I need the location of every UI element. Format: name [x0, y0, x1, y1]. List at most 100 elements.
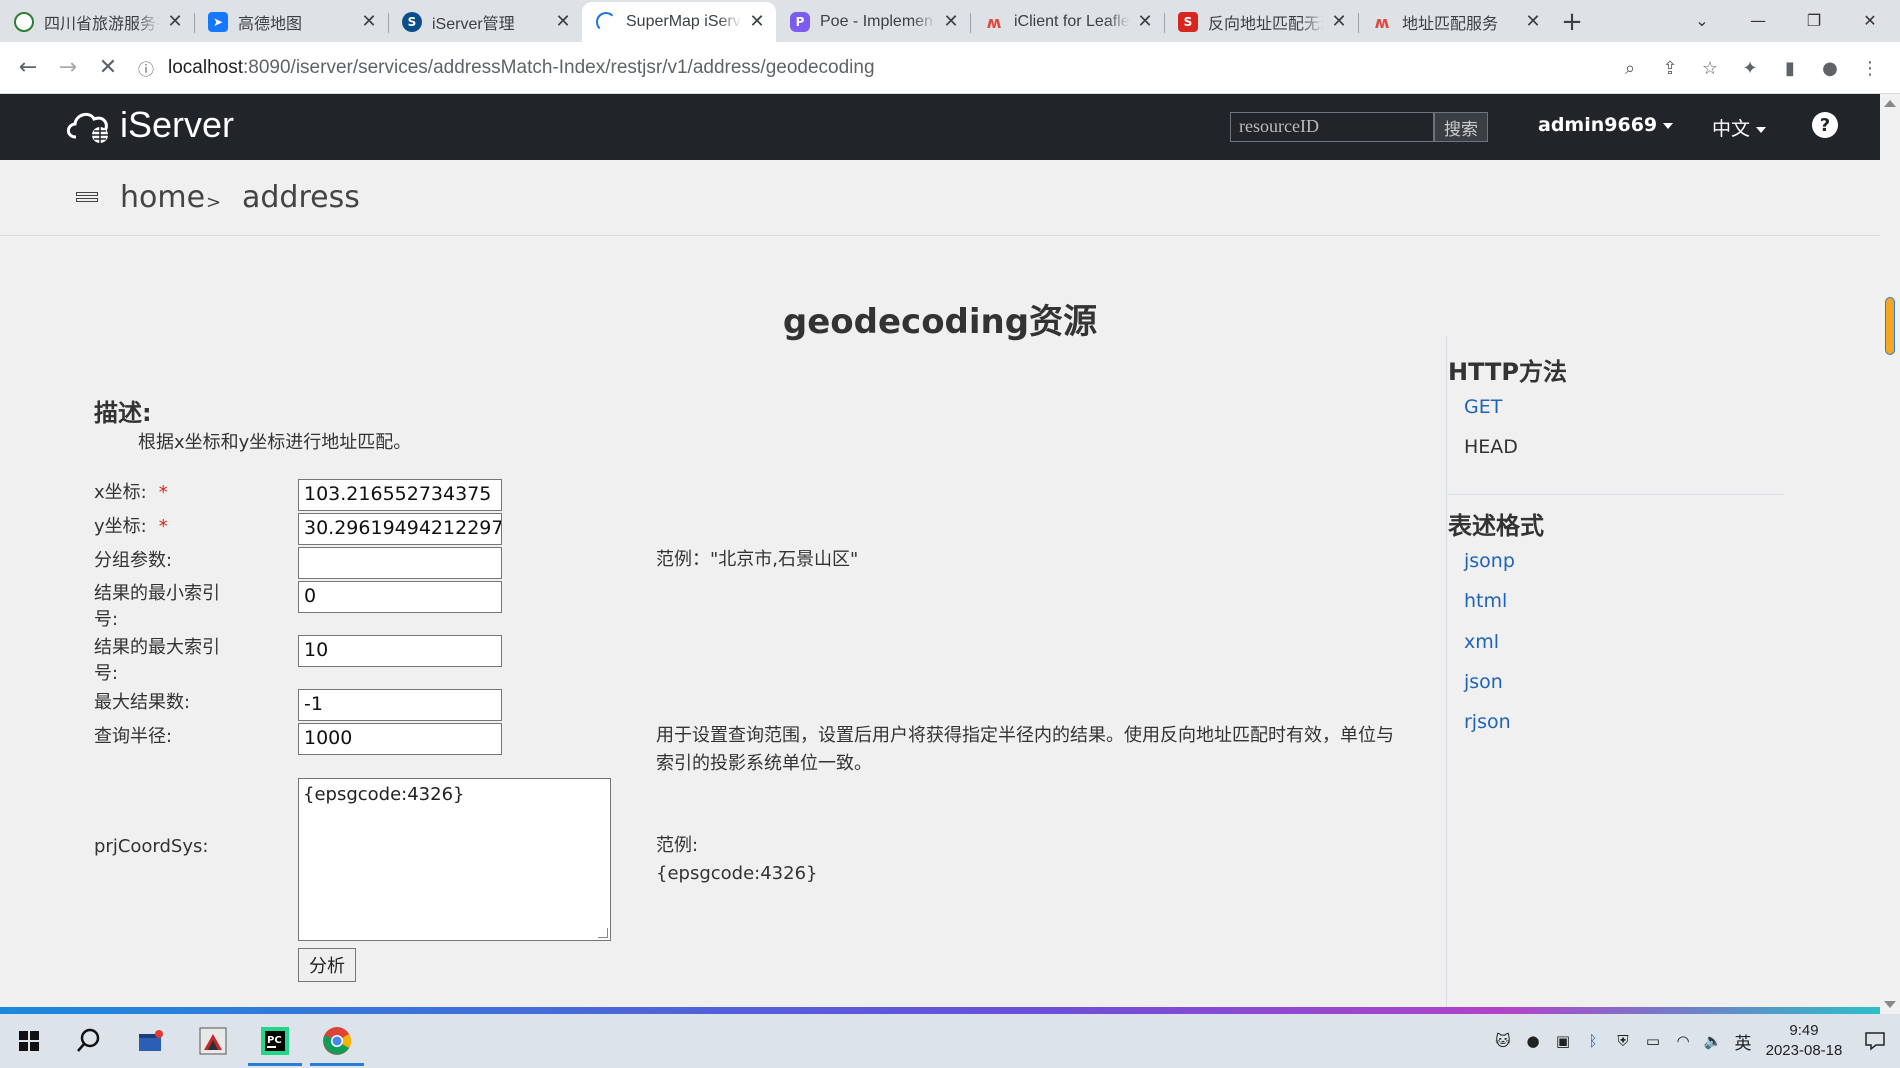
- pycharm-icon[interactable]: PC: [244, 1014, 306, 1068]
- group-param-hint: 范例："北京市,石景山区": [656, 549, 859, 570]
- format-xml-link[interactable]: xml: [1464, 631, 1499, 653]
- cloud-globe-icon: [66, 112, 108, 143]
- notification-icon[interactable]: [1850, 1031, 1900, 1051]
- app-tray-icon[interactable]: ▣: [1548, 1032, 1578, 1050]
- format-rjson-link[interactable]: rjson: [1464, 711, 1511, 733]
- bluetooth-icon[interactable]: ᛒ: [1578, 1032, 1608, 1050]
- scrollbar-thumb[interactable]: [1886, 298, 1894, 354]
- loading-progress-line: [0, 1007, 1880, 1014]
- security-shield-icon[interactable]: ⛨: [1608, 1032, 1638, 1050]
- http-method-get-link[interactable]: GET: [1464, 396, 1502, 418]
- address-bar[interactable]: localhost:8090/iserver/services/addressM…: [168, 57, 875, 79]
- prj-hint-title: 范例:: [656, 835, 699, 856]
- browser-tab[interactable]: S iServer管理 ✕: [388, 2, 582, 42]
- browser-tab[interactable]: 四川省旅游服务平 ✕: [0, 2, 194, 42]
- browser-tab[interactable]: P Poe - Implemen ✕: [776, 2, 970, 42]
- format-jsonp-link[interactable]: jsonp: [1464, 550, 1515, 572]
- new-tab-button[interactable]: +: [1552, 2, 1592, 42]
- y-coordinate-input[interactable]: 30.296194942122977: [298, 513, 502, 545]
- zoom-icon[interactable]: ⌕: [1610, 48, 1650, 88]
- x-coordinate-input[interactable]: 103.216552734375: [298, 479, 502, 511]
- format-json-link[interactable]: json: [1464, 671, 1503, 693]
- wifi-icon[interactable]: ◠: [1668, 1032, 1698, 1050]
- format-html-link[interactable]: html: [1464, 590, 1507, 612]
- breadcrumb-home-link[interactable]: home: [120, 180, 205, 215]
- loading-spinner-icon: [596, 12, 616, 32]
- resource-id-input[interactable]: resourceID: [1230, 112, 1434, 142]
- resize-grip-icon[interactable]: [598, 928, 608, 938]
- search-icon[interactable]: [58, 1014, 120, 1068]
- vertical-scrollbar[interactable]: [1880, 94, 1900, 1014]
- sidebar-divider: [1448, 494, 1784, 495]
- qq-tray-icon[interactable]: ●: [1518, 1032, 1548, 1050]
- clock[interactable]: 9:49 2023-08-18: [1758, 1021, 1850, 1061]
- side-panel-icon[interactable]: ▮: [1770, 48, 1810, 88]
- prj-coord-sys-textarea[interactable]: {epsgcode:4326}: [298, 778, 611, 941]
- back-arrow-icon[interactable]: ←: [8, 48, 48, 88]
- close-icon[interactable]: ✕: [942, 13, 960, 31]
- close-icon[interactable]: ✕: [360, 13, 378, 31]
- prj-coord-sys-value: {epsgcode:4326}: [303, 784, 465, 805]
- group-param-input[interactable]: [298, 547, 502, 579]
- close-icon[interactable]: ✕: [748, 13, 766, 31]
- tab-title: 四川省旅游服务平: [44, 16, 160, 33]
- window-close-button[interactable]: ✕: [1842, 0, 1898, 40]
- minimize-button[interactable]: —: [1730, 0, 1786, 40]
- url-host: localhost: [168, 56, 243, 78]
- help-icon[interactable]: ?: [1812, 112, 1838, 138]
- query-radius-input[interactable]: 1000: [298, 723, 502, 755]
- share-icon[interactable]: ⇪: [1650, 48, 1690, 88]
- tab-title: SuperMap iServ: [626, 13, 741, 30]
- volume-icon[interactable]: 🔈: [1698, 1032, 1728, 1050]
- ime-indicator[interactable]: 英: [1728, 1029, 1758, 1054]
- tab-title: 地址匹配服务: [1402, 16, 1499, 33]
- more-menu-icon[interactable]: ⋮: [1850, 48, 1890, 88]
- group-param-label: 分组参数:: [94, 550, 173, 571]
- site-info-icon[interactable]: ⓘ: [134, 48, 158, 88]
- user-menu[interactable]: admin9669: [1538, 114, 1674, 136]
- prj-coord-sys-label: prjCoordSys:: [94, 836, 209, 857]
- close-icon[interactable]: ✕: [554, 13, 572, 31]
- caret-down-icon: [1663, 122, 1674, 129]
- taskbar-app-icon[interactable]: [182, 1014, 244, 1068]
- search-button[interactable]: 搜索: [1434, 112, 1488, 142]
- browser-tab[interactable]: ʍ iClient for Leafle ✕: [970, 2, 1164, 42]
- breadcrumb-current[interactable]: address: [242, 180, 360, 215]
- extensions-icon[interactable]: ✦: [1730, 48, 1770, 88]
- prj-coord-sys-hint: 范例: {epsgcode:4326}: [656, 832, 818, 888]
- paper-plane-favicon-icon: ➤: [208, 12, 228, 32]
- poe-favicon-icon: P: [790, 12, 810, 32]
- start-button[interactable]: [0, 1014, 58, 1068]
- bookmark-star-icon[interactable]: ☆: [1690, 48, 1730, 88]
- chrome-icon[interactable]: [306, 1014, 368, 1068]
- min-index-input[interactable]: 0: [298, 581, 502, 613]
- max-index-input[interactable]: 10: [298, 635, 502, 667]
- iserver-logo[interactable]: iServer: [64, 104, 234, 146]
- scroll-down-arrow-icon[interactable]: [1884, 1001, 1896, 1008]
- close-icon[interactable]: ✕: [166, 13, 184, 31]
- scroll-up-arrow-icon[interactable]: [1884, 100, 1896, 107]
- y-coordinate-label: y坐标: *: [94, 516, 168, 537]
- close-icon[interactable]: ✕: [1330, 13, 1348, 31]
- cat-app-tray-icon[interactable]: 🐱: [1488, 1032, 1518, 1050]
- browser-tab[interactable]: S 反向地址匹配无法 ✕: [1164, 2, 1358, 42]
- windows-logo-icon: [19, 1031, 39, 1051]
- restore-button[interactable]: ❐: [1786, 0, 1842, 40]
- browser-tab[interactable]: ➤ 高德地图 ✕: [194, 2, 388, 42]
- stop-loading-icon[interactable]: ✕: [88, 48, 128, 88]
- forward-arrow-icon[interactable]: →: [48, 48, 88, 88]
- profile-avatar-icon[interactable]: ●: [1810, 48, 1850, 88]
- browser-tab[interactable]: ʍ 地址匹配服务 ✕: [1358, 2, 1552, 42]
- svg-text:PC: PC: [267, 1035, 282, 1046]
- analyze-button[interactable]: 分析: [298, 948, 356, 982]
- query-radius-label: 查询半径:: [94, 726, 173, 747]
- logo-text: iServer: [120, 104, 235, 145]
- tab-search-icon[interactable]: ⌄: [1674, 0, 1730, 40]
- battery-icon[interactable]: ▭: [1638, 1032, 1668, 1050]
- taskbar-app-icon[interactable]: [120, 1014, 182, 1068]
- language-menu[interactable]: 中文: [1712, 114, 1767, 141]
- close-icon[interactable]: ✕: [1136, 13, 1154, 31]
- close-icon[interactable]: ✕: [1524, 13, 1542, 31]
- max-results-input[interactable]: -1: [298, 689, 502, 721]
- browser-tab-active[interactable]: SuperMap iServ ✕: [582, 2, 776, 42]
